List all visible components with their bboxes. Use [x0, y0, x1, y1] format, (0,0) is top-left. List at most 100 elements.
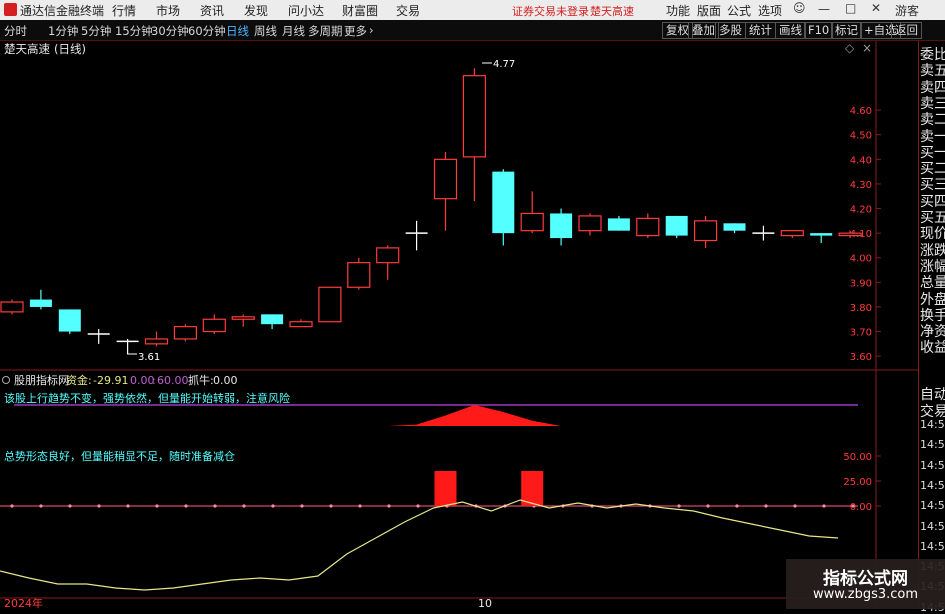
zero-line-dot — [793, 504, 797, 508]
quote-panel: 委比 卖五 卖四 卖三 卖二 卖一 买一 买二 买三 买四 买五 现价 涨跌 涨幅 总量 外盘 换手 净资 收益 自动… — [918, 41, 945, 614]
indicator-tick-label: 25.00 — [843, 477, 872, 488]
mark-button[interactable]: 标记 — [831, 22, 862, 39]
chevron-right-icon[interactable]: › — [369, 23, 374, 37]
close-button[interactable]: ✕ — [871, 1, 881, 15]
candle-body — [780, 230, 804, 237]
candle-body — [723, 223, 746, 231]
indicator-comment-1: 该股上行趋势不变，强势依然，但量能开始转弱，注意风险 — [4, 391, 290, 405]
indicator-line-series — [0, 471, 858, 591]
price-tick-label: 3.90 — [850, 278, 872, 289]
candle-body — [231, 316, 255, 320]
zero-line-dot — [184, 504, 188, 508]
menu-item-market-quote[interactable]: 行情 — [112, 2, 136, 19]
menu-item-layout[interactable]: 版面 — [697, 2, 721, 19]
candle-body — [318, 286, 342, 323]
period-tab-weekly[interactable]: 周线 — [254, 23, 277, 39]
period-tab-multi[interactable]: 多周期 — [308, 23, 343, 39]
zero-line-dot — [39, 504, 43, 508]
guest-account[interactable]: 游客 — [895, 2, 919, 19]
zero-line-dot — [242, 504, 246, 508]
zero-line-dot — [677, 504, 681, 508]
support-icon[interactable]: ☺ — [793, 1, 806, 15]
indicator-area-fill — [12, 405, 851, 426]
candle-body — [29, 299, 52, 307]
zero-line-dot — [300, 504, 304, 508]
candlestick-series[interactable] — [0, 68, 862, 354]
menu-item-formula[interactable]: 公式 — [727, 2, 751, 19]
menu-item-discover[interactable]: 发现 — [244, 2, 268, 19]
stock-title: 楚天高速 — [4, 42, 50, 56]
multi-stock-button[interactable]: 多股 — [715, 22, 746, 39]
period-tab-monthly[interactable]: 月线 — [282, 23, 305, 39]
zero-line-dot — [97, 504, 101, 508]
indicator-value-2: 0.00 — [130, 374, 155, 387]
indicator-value-3: 60.00 — [157, 374, 189, 387]
current-stock-name: 楚天高速 — [590, 5, 634, 18]
f10-button[interactable]: F10 — [804, 22, 834, 39]
chart-frame — [0, 41, 918, 609]
fund-value: -29.91 — [93, 374, 128, 387]
candle-body — [636, 217, 660, 237]
period-tab-1min[interactable]: 1分钟 — [48, 23, 78, 39]
app-name: 通达信金融终端 — [20, 4, 105, 18]
indicator-tick-label: 50.00 — [843, 452, 872, 463]
zero-line-dot — [358, 504, 362, 508]
price-tick-label: 4.50 — [850, 131, 872, 142]
indicator-sep: : — [152, 374, 156, 387]
candle-body — [58, 309, 81, 332]
bull-value: 0.00 — [213, 374, 238, 387]
draw-line-button[interactable]: 画线 — [775, 22, 806, 39]
candle-body — [492, 171, 515, 234]
period-tab-5min[interactable]: 5分钟 — [81, 23, 111, 39]
candle-body — [520, 212, 544, 232]
period-tab-more[interactable]: 更多 — [344, 23, 367, 39]
candle-body — [607, 218, 630, 231]
price-tick-label: 3.70 — [850, 328, 872, 339]
period-tab-daily[interactable]: 日线 — [226, 23, 249, 39]
period-tab-60min[interactable]: 60分钟 — [188, 23, 226, 39]
panel-settings-icon[interactable]: ◇ — [845, 41, 855, 55]
chart-area[interactable]: 3.603.703.803.904.004.104.204.304.404.50… — [0, 41, 918, 609]
candle-body — [347, 262, 371, 288]
candle-body — [261, 314, 284, 325]
candle-body — [810, 233, 833, 236]
zero-line-dot — [706, 504, 710, 508]
zero-line-dot — [822, 504, 826, 508]
menu-item-function[interactable]: 功能 — [666, 2, 690, 19]
menu-item-news[interactable]: 资讯 — [200, 2, 224, 19]
candle-body — [462, 75, 486, 158]
app-logo-icon — [4, 3, 17, 16]
menu-item-market[interactable]: 市场 — [156, 2, 180, 19]
x-axis-label-year: 2024年 — [4, 596, 43, 609]
high-price-label: 4.77 — [493, 59, 515, 70]
statistics-button[interactable]: 统计 — [745, 22, 776, 39]
candle-body — [838, 232, 862, 237]
maximize-button[interactable]: □ — [845, 1, 856, 15]
price-tick-label: 4.40 — [850, 155, 872, 166]
quote-row: 14:56 — [920, 438, 945, 452]
candle-body — [0, 301, 24, 313]
menu-item-options[interactable]: 选项 — [758, 2, 782, 19]
quote-row: 14:56 — [920, 499, 945, 513]
menu-bar: 通达信金融终端 行情 市场 资讯 发现 问小达 财富圈 交易 证券交易未登录 楚… — [0, 0, 945, 20]
trade-login-notice[interactable]: 证券交易未登录 — [512, 3, 589, 19]
minimize-button[interactable]: — — [818, 2, 830, 16]
period-tab-30min[interactable]: 30分钟 — [151, 23, 189, 39]
period-tab-intraday[interactable]: 分时 — [4, 23, 27, 39]
period-tab-15min[interactable]: 15分钟 — [115, 23, 153, 39]
menu-item-trade[interactable]: 交易 — [396, 2, 420, 19]
panel-close-icon[interactable]: × — [862, 41, 872, 55]
candle-body — [144, 338, 169, 345]
watermark-url: www.zbgs3.com — [812, 587, 919, 602]
zero-line-dot — [271, 504, 275, 508]
indicator-toggle-icon[interactable] — [2, 376, 10, 384]
quote-row: 14:56 — [920, 519, 945, 533]
candle-body — [202, 318, 226, 333]
price-tick-label: 4.30 — [850, 180, 872, 191]
menu-item-wealth-circle[interactable]: 财富圈 — [342, 2, 378, 19]
back-button[interactable]: 返回 — [891, 22, 922, 39]
quote-row: 收益 — [920, 340, 945, 357]
period-tag: (日线) — [54, 42, 86, 56]
fund-label: 资金: — [66, 373, 92, 387]
menu-item-ask-xiaoda[interactable]: 问小达 — [288, 2, 324, 19]
